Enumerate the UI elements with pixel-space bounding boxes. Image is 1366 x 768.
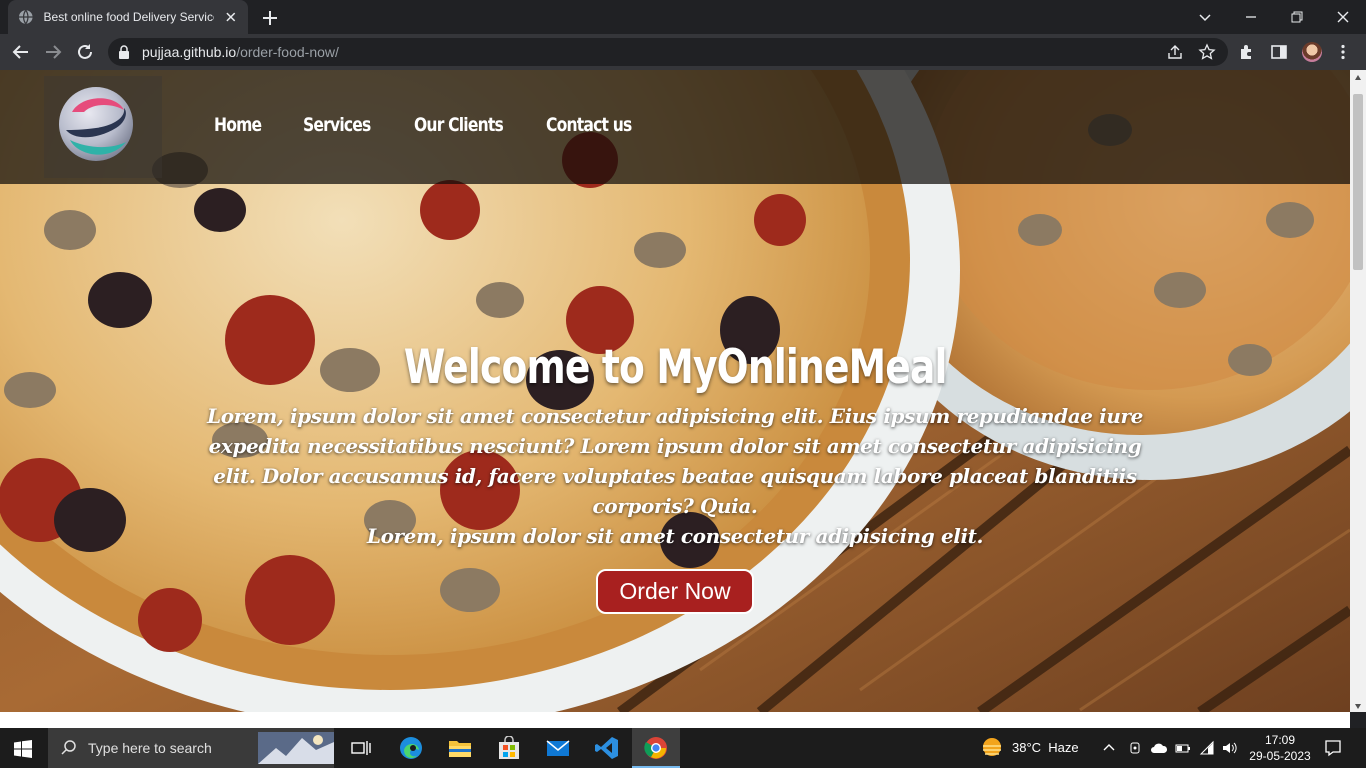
browser-toolbar: pujjaa.github.io/order-food-now/ [0,34,1366,70]
chrome-taskbar-active[interactable] [632,728,680,768]
page-viewport: Home Services Our Clients Contact us Wel… [0,70,1350,712]
clock-time: 17:09 [1264,733,1296,747]
scrollbar-thumb[interactable] [1353,94,1363,270]
site-logo[interactable] [58,86,134,162]
tab-title: Best online food Delivery Service [43,10,215,24]
onedrive-icon[interactable] [1150,740,1168,756]
site-header: Home Services Our Clients Contact us [0,70,1350,184]
scroll-down-icon[interactable] [1354,702,1362,710]
url-text[interactable]: pujjaa.github.io/order-food-now/ [142,44,339,60]
chrome-icon [644,737,667,759]
windows-icon[interactable] [14,740,32,758]
taskbar-search[interactable]: Type here to search [48,728,334,768]
forward-icon[interactable] [42,41,64,63]
nav-our-clients[interactable]: Our Clients [414,114,504,136]
store-icon[interactable] [496,736,522,760]
hero-text: Lorem, ipsum dolor sit amet consectetur … [195,401,1155,551]
hero-text-line-2: Lorem, ipsum dolor sit amet consectetur … [366,524,984,548]
lock-icon[interactable] [118,45,130,59]
browser-tab-bar: Best online food Delivery Service [0,0,1366,34]
close-window-icon[interactable] [1332,6,1354,28]
chevron-down-icon[interactable] [1194,6,1216,28]
battery-icon[interactable] [1175,740,1191,756]
extensions-icon[interactable] [1238,43,1256,61]
notification-icon[interactable] [1324,739,1342,757]
weather-widget[interactable]: 38°C Haze [1012,740,1079,755]
plus-icon[interactable] [260,8,280,28]
search-icon [61,740,76,755]
star-icon[interactable] [1198,43,1216,61]
close-icon[interactable] [224,10,238,24]
chevron-up-icon[interactable] [1102,741,1116,755]
globe-icon [18,9,33,25]
share-icon[interactable] [1166,43,1184,61]
search-placeholder: Type here to search [88,740,212,756]
nav-home[interactable]: Home [214,114,262,136]
order-now-button[interactable]: Order Now [596,569,754,614]
address-bar[interactable]: pujjaa.github.io/order-food-now/ [108,38,1228,66]
page-scrollbar[interactable] [1350,70,1366,712]
windows-taskbar: Type here to search 38°C Haze 17:09 29-05… [0,728,1366,768]
temperature: 38°C [1012,740,1042,755]
reload-icon[interactable] [74,41,96,63]
sidepanel-icon[interactable] [1270,43,1288,61]
restore-icon[interactable] [1286,6,1308,28]
nav-contact-us[interactable]: Contact us [546,114,632,136]
back-icon[interactable] [10,41,32,63]
hero-title: Welcome to MyOnlineMeal [403,340,948,395]
page-below-fold [0,712,1350,728]
meet-icon[interactable] [1127,740,1143,756]
clock-date: 29-05-2023 [1249,749,1311,763]
weather-icon[interactable] [980,736,1004,760]
hero-text-line-1: Lorem, ipsum dolor sit amet consectetur … [207,404,1143,518]
network-icon[interactable] [1199,740,1215,756]
volume-icon[interactable] [1221,740,1237,756]
nav-services[interactable]: Services [303,114,371,136]
minimize-icon[interactable] [1240,6,1262,28]
taskbar-clock[interactable]: 17:09 29-05-2023 [1240,732,1320,764]
edge-icon[interactable] [398,736,424,760]
weather-text: Haze [1048,740,1079,755]
menu-icon[interactable] [1334,43,1352,61]
vscode-icon[interactable] [594,736,620,760]
browser-tab[interactable]: Best online food Delivery Service [8,0,248,34]
explorer-icon[interactable] [447,736,473,760]
scroll-up-icon[interactable] [1354,74,1362,82]
search-highlight-image [258,732,334,764]
profile-avatar[interactable] [1302,42,1322,62]
taskview-icon[interactable] [348,736,374,760]
mail-icon[interactable] [545,736,571,760]
hero-section: Welcome to MyOnlineMeal Lorem, ipsum dol… [0,340,1350,614]
